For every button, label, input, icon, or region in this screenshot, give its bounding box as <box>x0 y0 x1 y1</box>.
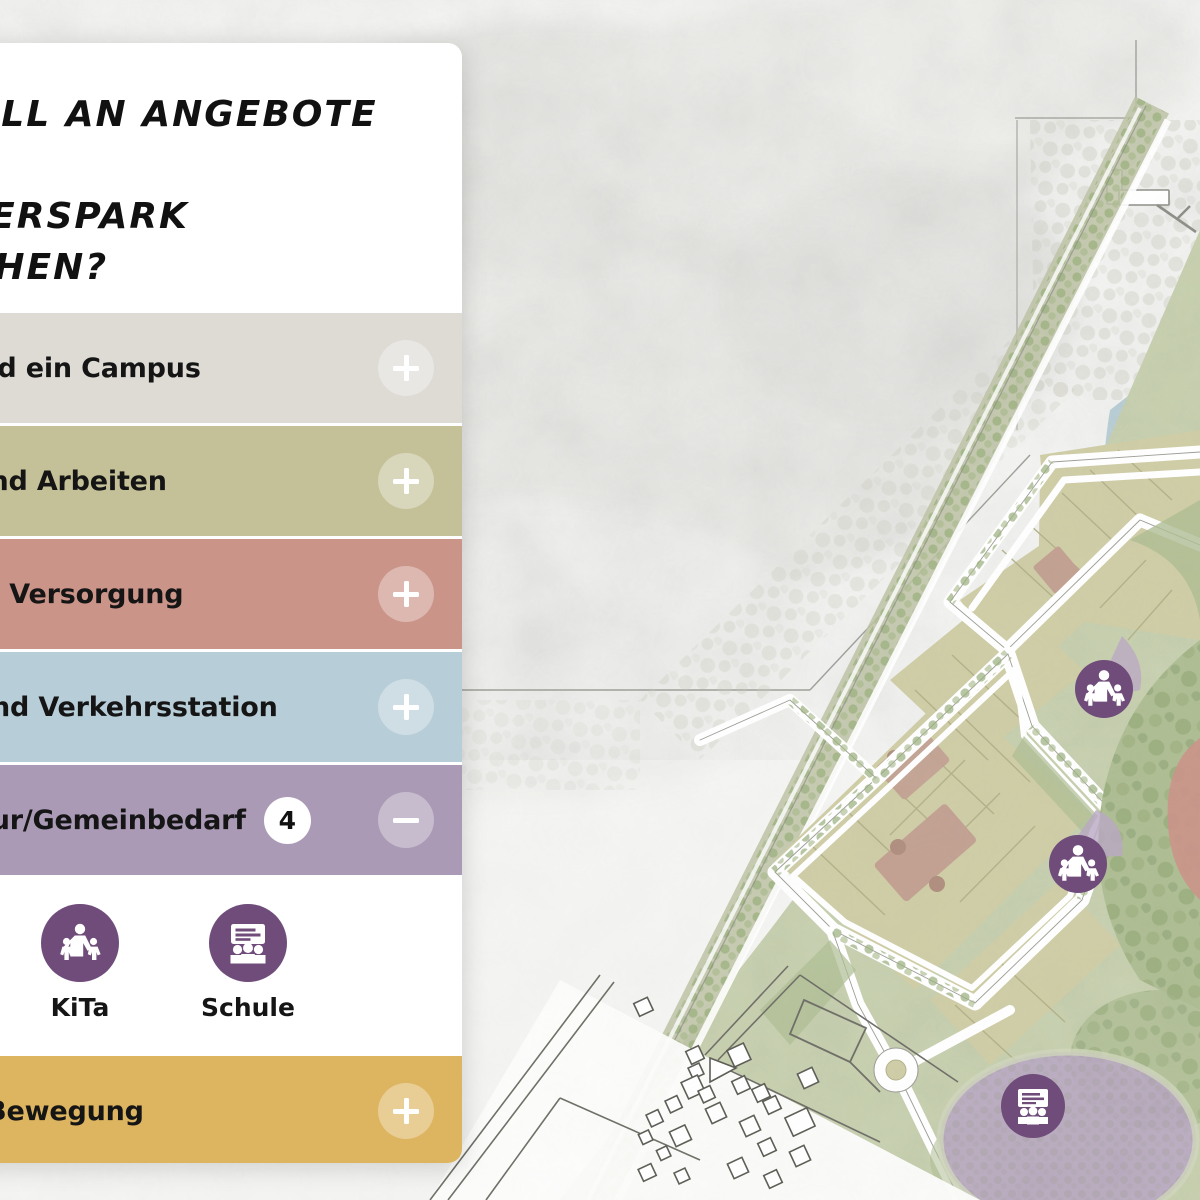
option-schule[interactable]: Schule <box>164 904 332 1022</box>
plus-icon[interactable] <box>378 453 434 510</box>
panel-header: WAS SOLL AN ANGEBOTE IM QUARTIERSPARK EN… <box>0 43 462 313</box>
option-label: Schule <box>201 993 295 1023</box>
page-title: WAS SOLL AN ANGEBOTE IM QUARTIERSPARK EN… <box>0 94 378 289</box>
category-accordion: Wohnen und ein Campus Gewerbe und Arbeit… <box>0 313 462 1163</box>
question-panel: WAS SOLL AN ANGEBOTE IM QUARTIERSPARK EN… <box>0 43 462 1163</box>
plus-icon[interactable] <box>378 1083 434 1140</box>
plus-icon[interactable] <box>378 679 434 736</box>
minus-icon[interactable] <box>378 792 434 849</box>
map-marker-kita-1 <box>1075 660 1133 718</box>
accordion-label: Sport und Bewegung <box>0 1095 144 1127</box>
accordion-label: Mobilität und Verkehrsstation <box>0 691 278 723</box>
plus-icon[interactable] <box>378 566 434 623</box>
accordion-label: Handel und Versorgung <box>0 578 184 610</box>
option-label: KiTa <box>50 993 110 1023</box>
expanded-options-infrastruktur: Gesundheit <box>0 878 462 1057</box>
classroom-icon <box>209 904 287 983</box>
accordion-label: Gewerbe und Arbeiten <box>0 465 167 497</box>
map-marker-kita-2 <box>1049 835 1107 893</box>
accordion-label: Wohnen und ein Campus <box>0 352 201 384</box>
family-icon <box>41 904 119 983</box>
map-marker-schule <box>1001 1074 1065 1138</box>
accordion-row-handel-versorgung[interactable]: Handel und Versorgung <box>0 539 462 650</box>
accordion-row-infrastruktur-gemeinbedarf[interactable]: Infrastruktur/Gemeinbedarf 4 <box>0 765 462 876</box>
accordion-row-sport-bewegung[interactable]: Sport und Bewegung <box>0 1056 462 1163</box>
option-kita[interactable]: KiTa <box>0 904 164 1022</box>
accordion-row-wohnen-campus[interactable]: Wohnen und ein Campus <box>0 313 462 424</box>
accordion-row-mobilitaet-verkehrsstation[interactable]: Mobilität und Verkehrsstation <box>0 652 462 763</box>
accordion-label: Infrastruktur/Gemeinbedarf <box>0 804 246 836</box>
accordion-row-gewerbe-arbeiten[interactable]: Gewerbe und Arbeiten <box>0 426 462 537</box>
app-root: WAS SOLL AN ANGEBOTE IM QUARTIERSPARK EN… <box>0 0 1200 1200</box>
plus-icon[interactable] <box>378 340 434 397</box>
selection-count-badge: 4 <box>263 796 311 844</box>
